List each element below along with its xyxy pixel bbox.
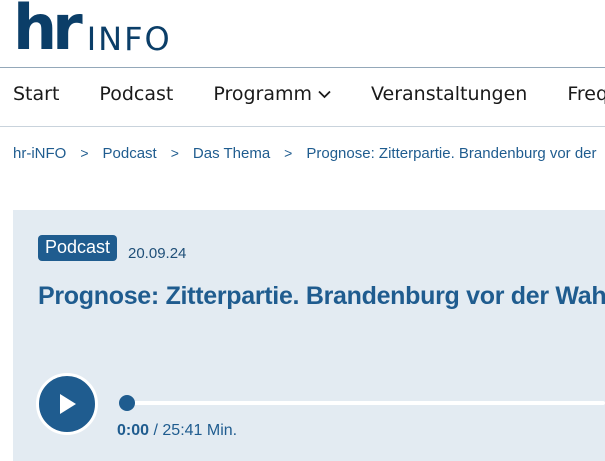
header-divider bbox=[0, 67, 605, 68]
breadcrumb-item-das-thema[interactable]: Das Thema bbox=[193, 145, 270, 162]
nav-label: Programm bbox=[213, 83, 313, 105]
breadcrumb-item-current: Prognose: Zitterpartie. Brandenburg vor … bbox=[306, 145, 597, 162]
progress-handle[interactable] bbox=[119, 395, 135, 411]
episode-title: Prognose: Zitterpartie. Brandenburg vor … bbox=[38, 282, 605, 310]
current-time: 0:00 bbox=[117, 422, 150, 439]
nav-label: Veranstaltungen bbox=[371, 83, 528, 105]
episode-date: 20.09.24 bbox=[128, 245, 187, 262]
time-separator: / bbox=[153, 422, 158, 439]
breadcrumb-item-hr-info[interactable]: hr-iNFO bbox=[13, 145, 66, 162]
nav-label: Start bbox=[13, 83, 60, 105]
breadcrumb-item-podcast[interactable]: Podcast bbox=[103, 145, 157, 162]
duration: 25:41 Min. bbox=[162, 422, 238, 439]
play-button[interactable] bbox=[36, 373, 98, 435]
progress-track[interactable] bbox=[121, 401, 605, 405]
logo-hr: hr bbox=[13, 0, 83, 64]
nav-label: Freque bbox=[567, 83, 605, 105]
logo-info: INFO bbox=[86, 20, 172, 58]
nav-item-veranstaltungen[interactable]: Veranstaltungen bbox=[371, 83, 527, 105]
nav-item-podcast[interactable]: Podcast bbox=[99, 83, 173, 105]
nav-divider bbox=[0, 126, 605, 127]
nav-label: Podcast bbox=[99, 83, 174, 105]
audio-player-panel: Podcast 20.09.24 Prognose: Zitterpartie.… bbox=[13, 210, 605, 461]
playback-time: 0:00 / 25:41 Min. bbox=[117, 422, 237, 440]
nav-item-start[interactable]: Start bbox=[13, 83, 59, 105]
podcast-badge[interactable]: Podcast bbox=[38, 235, 118, 261]
main-navigation: Start Podcast Programm Veranstaltungen F… bbox=[13, 83, 605, 105]
breadcrumb-separator: > bbox=[284, 145, 293, 161]
breadcrumb-separator: > bbox=[80, 145, 89, 161]
nav-item-programm[interactable]: Programm bbox=[213, 83, 331, 105]
breadcrumb: hr-iNFO > Podcast > Das Thema > Prognose… bbox=[13, 145, 597, 162]
nav-item-frequenzen[interactable]: Freque bbox=[567, 83, 605, 105]
chevron-down-icon bbox=[318, 90, 331, 98]
breadcrumb-separator: > bbox=[170, 145, 179, 161]
play-icon bbox=[60, 394, 76, 414]
hr-info-logo[interactable]: hr INFO bbox=[13, 0, 172, 64]
